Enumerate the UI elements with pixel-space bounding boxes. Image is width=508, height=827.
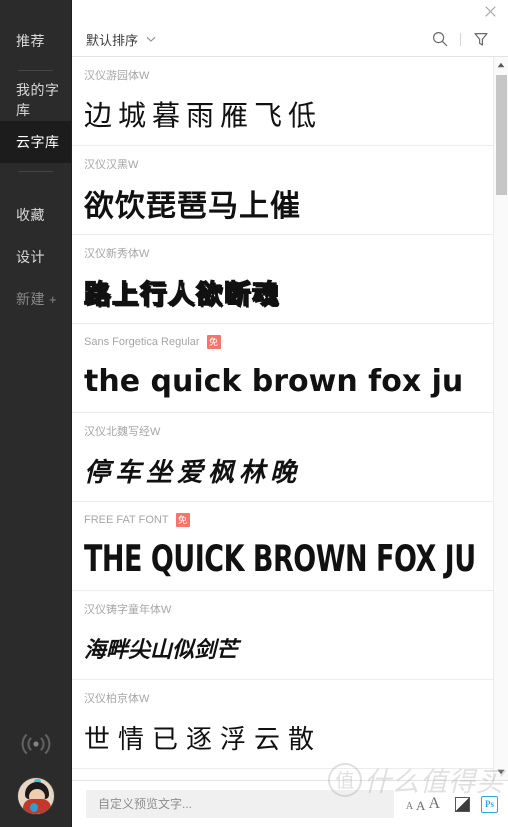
toolbar: 默认排序	[72, 22, 508, 57]
font-list-item-partial[interactable]	[72, 769, 508, 780]
avatar[interactable]	[17, 777, 55, 815]
app-root: 推荐 我的字库 云字库 收藏 设计 新建 + 默认排序 汉仪游园体W 边城暮雨雁…	[0, 0, 508, 827]
font-name-label: 汉仪柏京体W	[84, 693, 150, 705]
font-list-item[interactable]: FREE FAT FONT 免 THE QUICK BROWN FOX JU	[72, 502, 508, 591]
sidebar-item-cloud-fonts[interactable]: 云字库	[0, 121, 71, 163]
font-item-meta: Sans Forgetica Regular 免	[84, 334, 508, 350]
avatar-toy	[30, 803, 38, 812]
font-list-container: 汉仪游园体W 边城暮雨雁飞低汉仪汉黑W 欲饮琵琶马上催汉仪新秀体W 路上行人欲断魂 Sa…	[72, 57, 508, 780]
font-preview-text: THE QUICK BROWN FOX JU	[84, 538, 476, 580]
font-list-item[interactable]: 汉仪新秀体W 路上行人欲断魂	[72, 235, 508, 324]
font-preview-text: 海畔尖山似剑芒	[84, 638, 239, 663]
bottom-bar: A A A Ps	[72, 780, 508, 827]
sidebar-item-my-fonts[interactable]: 我的字库	[0, 79, 71, 121]
sidebar-item-new-plus: +	[49, 291, 58, 307]
font-item-meta: 汉仪北魏写经W	[84, 423, 508, 439]
vertical-scrollbar[interactable]	[493, 57, 508, 780]
font-name-label: 汉仪北魏写经W	[84, 426, 161, 438]
font-item-meta	[84, 779, 508, 780]
preview-text-input[interactable]	[86, 790, 394, 818]
toolbar-separator	[460, 32, 461, 46]
font-list-item[interactable]: 汉仪北魏写经W 停车坐爱枫林晚	[72, 413, 508, 502]
font-name-label: 汉仪游园体W	[84, 70, 150, 82]
font-item-meta: 汉仪游园体W	[84, 67, 508, 83]
font-item-meta: 汉仪新秀体W	[84, 245, 508, 261]
font-item-meta: 汉仪铸字童年体W	[84, 601, 508, 617]
photoshop-icon[interactable]: Ps	[481, 795, 498, 813]
font-list-item[interactable]: 汉仪铸字童年体W 海畔尖山似剑芒	[72, 591, 508, 680]
font-item-meta: 汉仪柏京体W	[84, 690, 508, 706]
sidebar-item-label: 收藏	[16, 207, 45, 223]
font-size-small-button[interactable]: A	[406, 802, 413, 812]
scroll-down-arrow[interactable]	[494, 764, 508, 780]
font-list-item[interactable]: 汉仪游园体W 边城暮雨雁飞低	[72, 57, 508, 146]
font-size-medium-button[interactable]: A	[416, 799, 425, 812]
sidebar-divider-top	[18, 70, 53, 71]
sidebar-item-design[interactable]: 设计	[0, 236, 71, 278]
font-list-item[interactable]: 汉仪柏京体W 世情已逐浮云散	[72, 680, 508, 769]
wifi-icon[interactable]	[19, 727, 53, 761]
sort-label: 默认排序	[86, 32, 139, 48]
font-preview-text: 停车坐爱枫林晚	[84, 457, 302, 488]
sidebar-item-label: 推荐	[16, 33, 45, 49]
font-name-label: 汉仪铸字童年体W	[84, 604, 172, 616]
font-preview-text: 欲饮琵琶马上催	[84, 189, 301, 224]
sidebar: 推荐 我的字库 云字库 收藏 设计 新建 +	[0, 0, 72, 827]
font-name-label: Sans Forgetica Regular	[84, 336, 200, 348]
free-badge: 免	[206, 335, 221, 349]
font-preview-text: the quick brown fox ju	[84, 363, 464, 399]
sidebar-item-recommend[interactable]: 推荐	[0, 20, 71, 62]
font-preview-text: 世情已逐浮云散	[84, 724, 323, 755]
titlebar	[72, 0, 508, 22]
sidebar-item-new[interactable]: 新建 +	[0, 278, 71, 320]
font-preview-text: 边城暮雨雁飞低	[84, 99, 323, 132]
sort-dropdown[interactable]: 默认排序	[86, 30, 156, 49]
sidebar-bottom	[0, 727, 72, 827]
sidebar-item-label: 我的字库	[16, 82, 60, 118]
font-list[interactable]: 汉仪游园体W 边城暮雨雁飞低汉仪汉黑W 欲饮琵琶马上催汉仪新秀体W 路上行人欲断魂 Sa…	[72, 57, 508, 780]
font-item-meta: 汉仪汉黑W	[84, 156, 508, 172]
scrollbar-thumb[interactable]	[496, 75, 507, 195]
scrollbar-track[interactable]	[494, 73, 508, 764]
contrast-icon[interactable]	[455, 796, 470, 812]
font-list-item[interactable]: Sans Forgetica Regular 免 the quick brown f…	[72, 324, 508, 413]
sidebar-item-label: 新建	[16, 291, 45, 307]
sidebar-item-label: 云字库	[16, 134, 60, 150]
font-name-label: 汉仪汉黑W	[84, 159, 139, 171]
font-size-large-button[interactable]: A	[428, 796, 440, 812]
scroll-up-arrow[interactable]	[494, 57, 508, 73]
font-size-controls: A A A	[402, 796, 444, 813]
close-icon[interactable]	[478, 2, 502, 20]
sidebar-item-label: 设计	[16, 249, 45, 265]
font-name-label: 汉仪新秀体W	[84, 248, 150, 260]
sidebar-item-favorites[interactable]: 收藏	[0, 194, 71, 236]
chevron-down-icon	[146, 36, 156, 42]
filter-icon[interactable]	[468, 26, 494, 52]
main-panel: 默认排序 汉仪游园体W 边城暮雨雁飞低汉仪汉黑W 欲饮琵琶马上催汉仪新秀体W	[72, 0, 508, 827]
sidebar-divider-mid	[18, 171, 53, 172]
font-list-item[interactable]: 汉仪汉黑W 欲饮琵琶马上催	[72, 146, 508, 235]
font-preview-text: 路上行人欲断魂	[84, 279, 281, 310]
search-icon[interactable]	[427, 26, 453, 52]
